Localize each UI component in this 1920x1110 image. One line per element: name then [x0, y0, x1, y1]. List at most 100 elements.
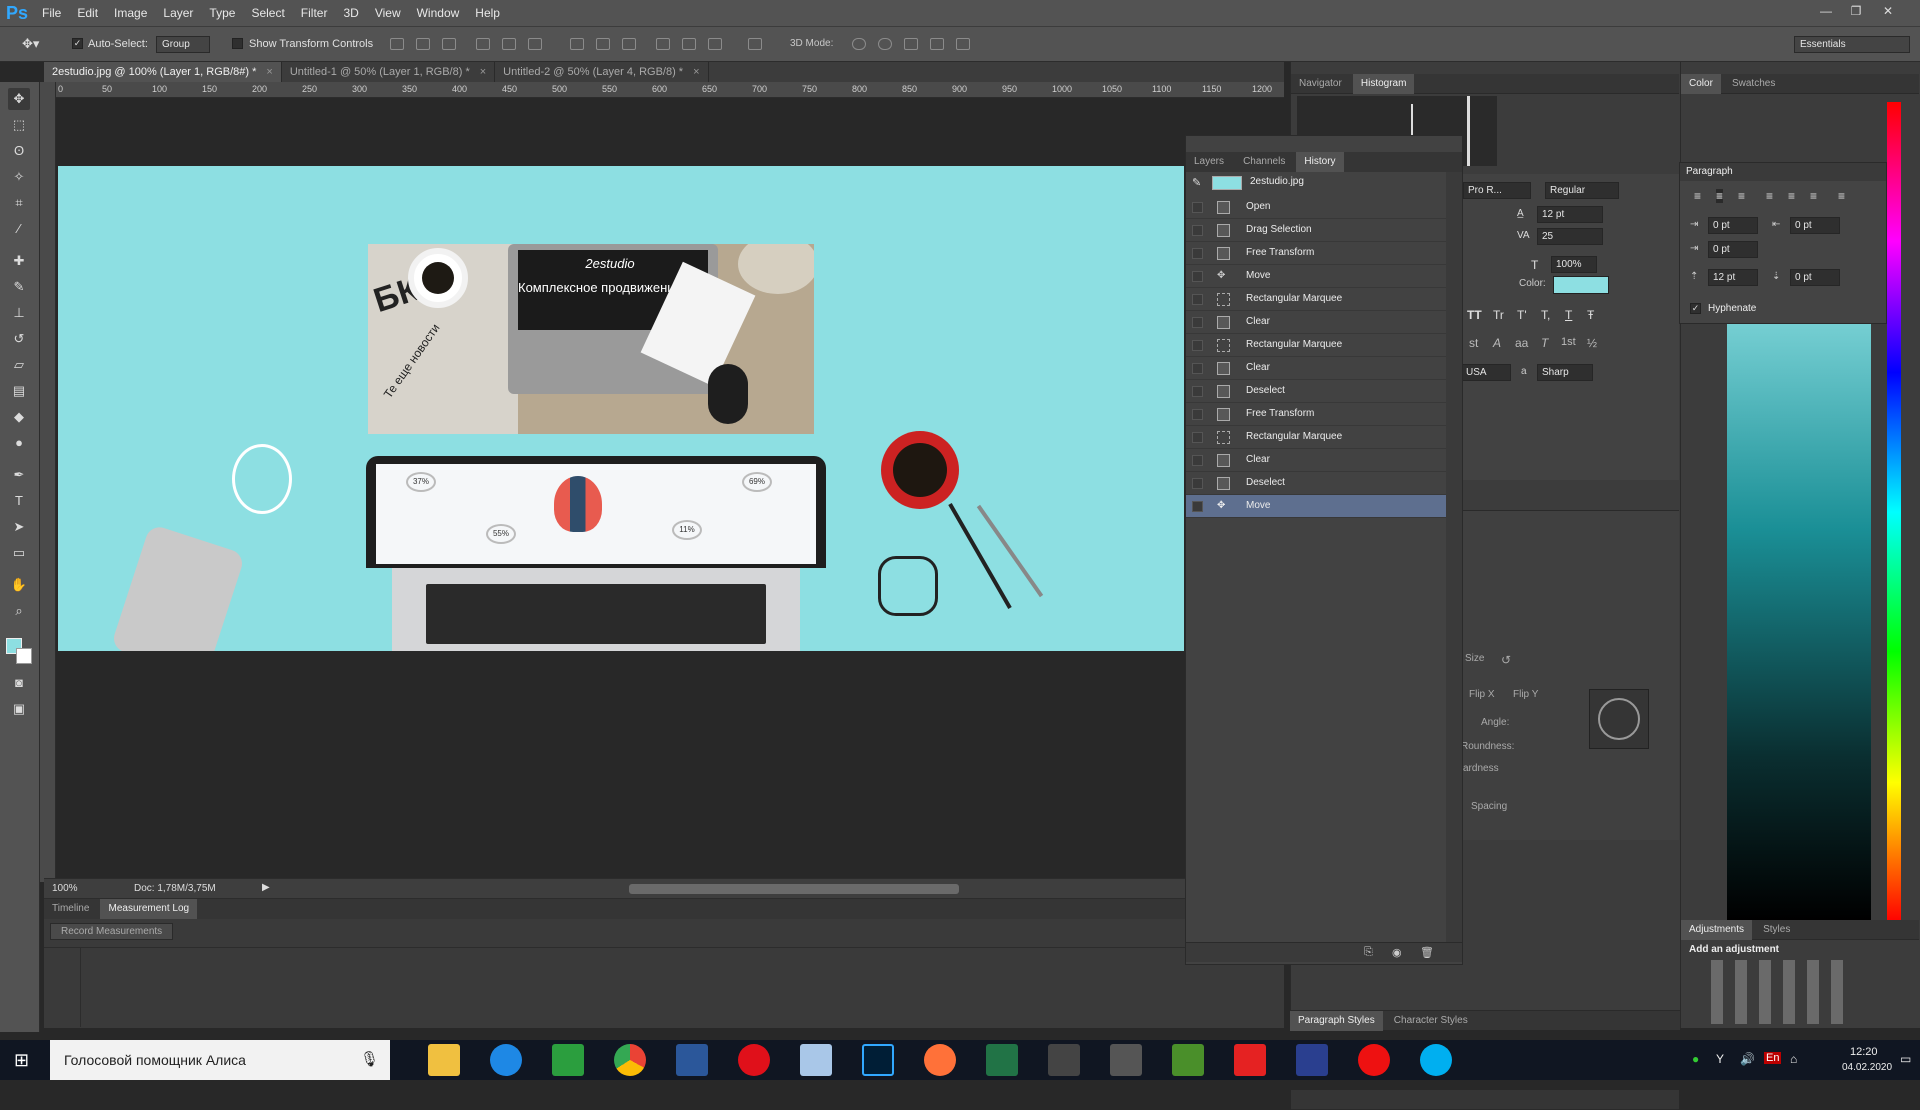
healing-brush-tool-icon[interactable]: ✚ — [8, 250, 30, 272]
volume-icon[interactable]: 🔊 — [1740, 1052, 1755, 1066]
brush-angle-preview[interactable] — [1589, 689, 1649, 749]
justify-all-icon[interactable]: ≡ — [1838, 189, 1845, 203]
menu-help[interactable]: Help — [467, 0, 508, 26]
align-bottom-icon[interactable] — [442, 38, 456, 50]
eraser-tool-icon[interactable]: ▱ — [8, 354, 30, 376]
history-item[interactable]: Rectangular Marquee — [1186, 426, 1446, 449]
camera-app-2-icon[interactable] — [1110, 1044, 1142, 1076]
leading-field[interactable]: 12 pt — [1537, 206, 1603, 223]
clock-date[interactable]: 04.02.2020 — [1842, 1062, 1892, 1073]
quick-mask-icon[interactable]: ◙ — [8, 672, 30, 694]
font-family-field[interactable]: Pro R... — [1463, 182, 1531, 199]
3d-rotate-icon[interactable] — [852, 38, 866, 50]
yandex-browser-icon[interactable] — [1358, 1044, 1390, 1076]
hand-tool-icon[interactable]: ✋ — [8, 574, 30, 596]
all-caps-button[interactable]: TT — [1467, 308, 1482, 322]
history-item[interactable]: Drag Selection — [1186, 219, 1446, 242]
clock-time[interactable]: 12:20 — [1850, 1046, 1878, 1058]
checkbox[interactable] — [1192, 455, 1203, 466]
security-icon[interactable]: ● — [1692, 1052, 1699, 1066]
camera-icon[interactable]: ◉ — [1392, 946, 1402, 959]
subscript-button[interactable]: T, — [1541, 308, 1550, 322]
checkbox[interactable] — [1192, 317, 1203, 328]
language-indicator[interactable]: En — [1764, 1052, 1782, 1064]
history-item-selected[interactable]: ✥ Move — [1186, 495, 1446, 518]
workspace-dropdown[interactable]: Essentials — [1794, 36, 1910, 53]
checkbox[interactable] — [1192, 225, 1203, 236]
dodge-tool-icon[interactable]: ● — [8, 432, 30, 454]
anti-alias-dropdown[interactable]: Sharp — [1537, 364, 1593, 381]
zoom-tool-icon[interactable]: ⌕ — [8, 600, 30, 622]
menu-select[interactable]: Select — [243, 0, 292, 26]
titling-button[interactable]: T — [1541, 336, 1548, 350]
underline-button[interactable]: T — [1565, 308, 1572, 322]
history-item[interactable]: Free Transform — [1186, 403, 1446, 426]
small-caps-button[interactable]: Tr — [1493, 308, 1504, 322]
tab-measurement-log[interactable]: Measurement Log — [100, 899, 198, 919]
language-dropdown[interactable]: USA — [1461, 364, 1511, 381]
checkbox[interactable] — [1192, 363, 1203, 374]
3d-scale-icon[interactable] — [956, 38, 970, 50]
history-item[interactable]: Rectangular Marquee — [1186, 334, 1446, 357]
notifications-icon[interactable]: ▭ — [1900, 1052, 1911, 1066]
checkbox[interactable] — [1192, 409, 1203, 420]
horizontal-scrollbar[interactable] — [629, 884, 959, 894]
align-left-icon[interactable]: ≡ — [1694, 189, 1701, 203]
minimize-icon[interactable]: — — [1814, 0, 1838, 26]
path-select-tool-icon[interactable]: ➤ — [8, 516, 30, 538]
color-field[interactable] — [1727, 270, 1871, 920]
checkbox[interactable] — [1192, 294, 1203, 305]
history-item[interactable]: Clear — [1186, 357, 1446, 380]
justify-right-icon[interactable]: ≡ — [1810, 189, 1817, 203]
brush-tool-icon[interactable]: ✎ — [8, 276, 30, 298]
ligatures-button[interactable]: st — [1469, 336, 1478, 350]
type-tool-icon[interactable]: T — [8, 490, 30, 512]
checkbox[interactable] — [1192, 248, 1203, 259]
new-document-icon[interactable]: ⎘ — [1364, 946, 1373, 959]
close-tab-icon[interactable]: × — [693, 66, 699, 78]
menu-edit[interactable]: Edit — [69, 0, 106, 26]
history-item[interactable]: Free Transform — [1186, 242, 1446, 265]
tab-color[interactable]: Color — [1681, 74, 1721, 94]
justify-center-icon[interactable]: ≡ — [1788, 189, 1795, 203]
photoshop-taskbar-icon[interactable] — [862, 1044, 894, 1076]
auto-select-dropdown[interactable]: Group — [156, 36, 210, 53]
3d-roll-icon[interactable] — [878, 38, 892, 50]
tab-paragraph-styles[interactable]: Paragraph Styles — [1290, 1011, 1383, 1031]
menu-filter[interactable]: Filter — [293, 0, 336, 26]
menu-window[interactable]: Window — [409, 0, 468, 26]
blur-tool-icon[interactable]: ◆ — [8, 406, 30, 428]
camera-app-icon[interactable] — [1048, 1044, 1080, 1076]
align-top-icon[interactable] — [390, 38, 404, 50]
flip-y-label[interactable]: Flip Y — [1513, 689, 1538, 700]
network-icon[interactable]: ⌂ — [1790, 1052, 1797, 1066]
history-item[interactable]: Clear — [1186, 311, 1446, 334]
distribute-left-icon[interactable] — [656, 38, 670, 50]
checkbox[interactable] — [1192, 432, 1203, 443]
stylistic-alternates-button[interactable]: aa — [1515, 336, 1528, 350]
dreamweaver-icon[interactable] — [1172, 1044, 1204, 1076]
zoom-level[interactable]: 100% — [52, 883, 78, 894]
magic-wand-tool-icon[interactable]: ✧ — [8, 166, 30, 188]
record-measurements-button[interactable]: Record Measurements — [50, 923, 174, 940]
menu-file[interactable]: File — [34, 0, 69, 26]
fractions-button[interactable]: ½ — [1587, 336, 1597, 350]
menu-3d[interactable]: 3D — [335, 0, 366, 26]
tab-layers[interactable]: Layers — [1186, 152, 1232, 172]
stamp-tool-icon[interactable]: ⊥ — [8, 302, 30, 324]
excel-icon[interactable] — [986, 1044, 1018, 1076]
justify-left-icon[interactable]: ≡ — [1766, 189, 1773, 203]
history-item[interactable]: ✥ Move — [1186, 265, 1446, 288]
distribute-top-icon[interactable] — [570, 38, 584, 50]
menu-view[interactable]: View — [367, 0, 409, 26]
close-tab-icon[interactable]: × — [480, 66, 486, 78]
align-right-icon[interactable]: ≡ — [1738, 189, 1745, 203]
history-scrollbar[interactable] — [1446, 172, 1462, 942]
trash-icon[interactable]: 🗑 — [1420, 946, 1434, 959]
opera-icon[interactable] — [738, 1044, 770, 1076]
move-tool-icon[interactable]: ✥ — [8, 88, 30, 110]
scale-field[interactable]: 100% — [1551, 256, 1597, 273]
chrome-icon[interactable] — [614, 1044, 646, 1076]
gradient-tool-icon[interactable]: ▤ — [8, 380, 30, 402]
tab-untitled-1[interactable]: Untitled-1 @ 50% (Layer 1, RGB/8) * × — [281, 62, 496, 82]
